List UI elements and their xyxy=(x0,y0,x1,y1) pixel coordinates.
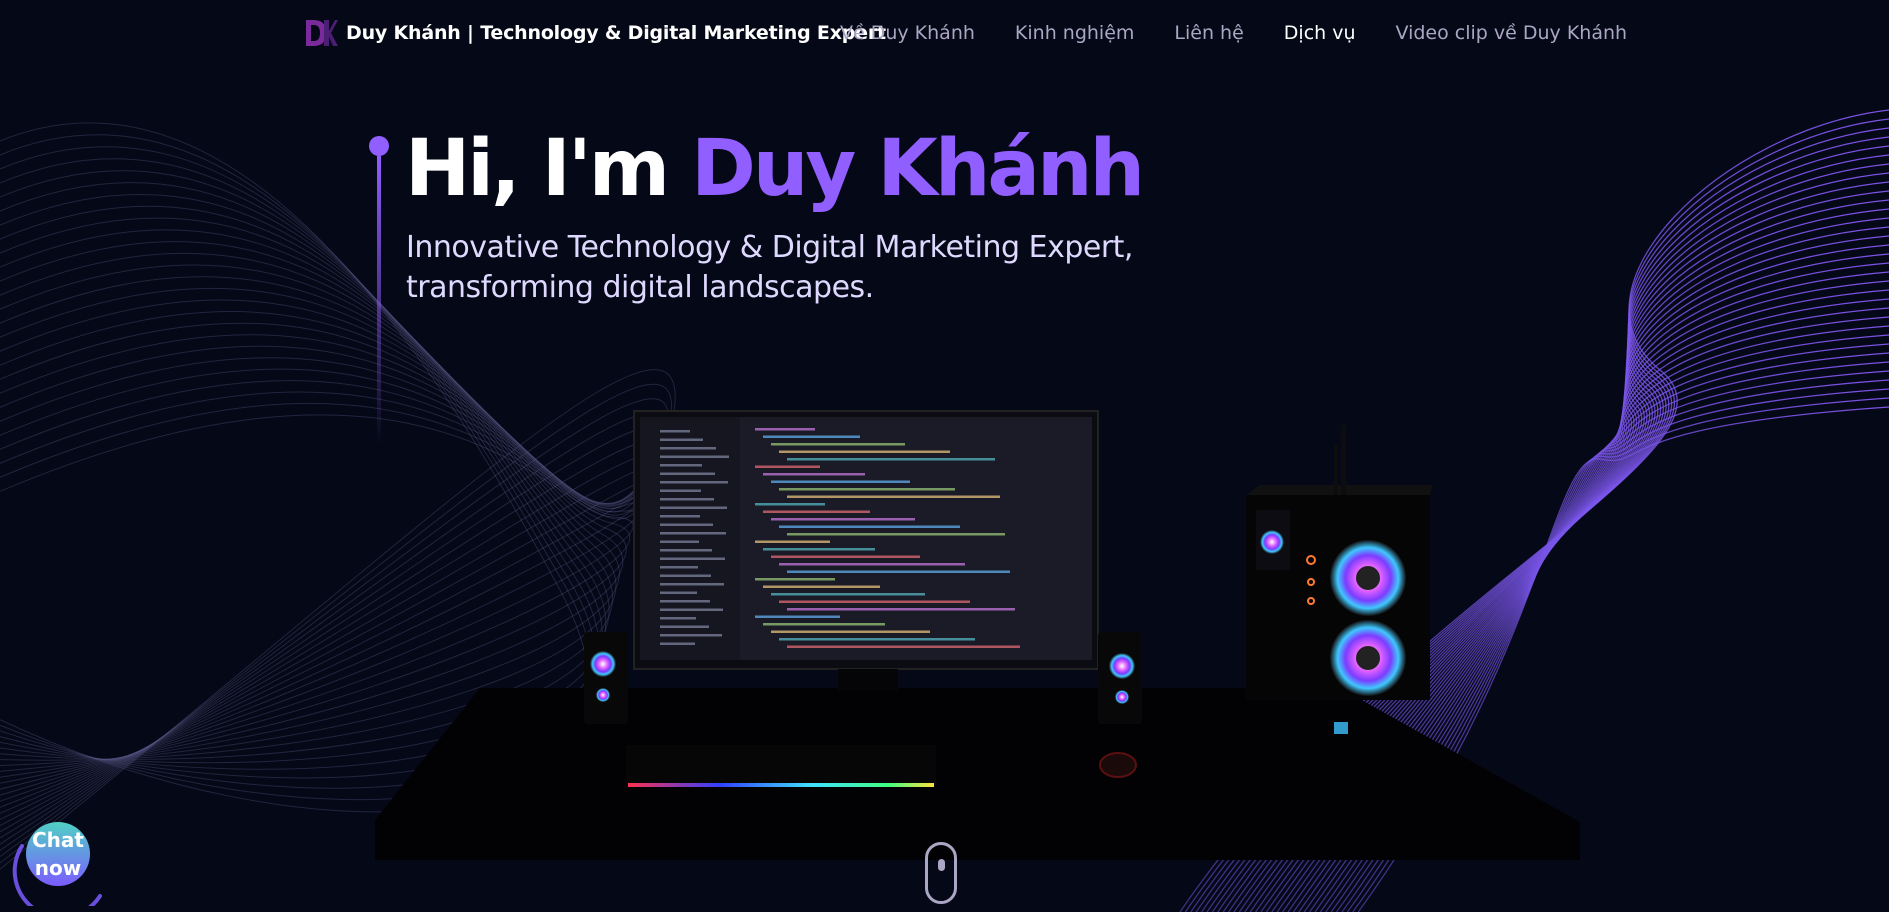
mouse-scroll-icon[interactable] xyxy=(925,842,957,904)
hero-subtitle-line2: transforming digital landscapes. xyxy=(406,270,874,305)
left-speaker xyxy=(584,632,628,724)
scroll-dot xyxy=(938,859,945,871)
brand-title[interactable]: Duy Khánh | Technology & Digital Marketi… xyxy=(346,22,886,44)
top-navbar: Duy Khánh | Technology & Digital Marketi… xyxy=(0,0,1889,70)
hero-subtitle: Innovative Technology & Digital Marketin… xyxy=(406,228,1206,308)
keyboard xyxy=(626,745,936,787)
hero-greeting: Hi, I'm xyxy=(405,124,692,214)
nav-link-experience[interactable]: Kinh nghiệm xyxy=(1015,22,1134,44)
hero-accent-dot xyxy=(369,136,389,156)
nav-link-video[interactable]: Video clip về Duy Khánh xyxy=(1396,22,1628,44)
chat-now-button[interactable]: Chat now xyxy=(10,822,102,906)
hero-subtitle-line1: Innovative Technology & Digital Marketin… xyxy=(406,230,1133,265)
chat-label-line1: Chat xyxy=(32,828,84,852)
hero-name: Duy Khánh xyxy=(691,124,1145,214)
desk xyxy=(375,688,1580,860)
dk-logo-icon[interactable] xyxy=(304,18,338,48)
chat-label-line2: now xyxy=(34,856,82,880)
hero-accent-line xyxy=(369,136,389,446)
nav-link-services[interactable]: Dịch vụ xyxy=(1284,22,1356,44)
chat-circle: Chat now xyxy=(26,822,90,886)
nav-link-about[interactable]: Về Duy Khánh xyxy=(840,22,975,44)
desk-setup-3d-scene[interactable] xyxy=(370,400,1590,870)
nav-link-contact[interactable]: Liên hệ xyxy=(1174,22,1243,44)
desk-mouse xyxy=(1099,752,1137,778)
hero-accent-bar xyxy=(377,156,381,446)
hero-heading: Hi, I'm Duy Khánh xyxy=(405,124,1145,214)
page: Duy Khánh | Technology & Digital Marketi… xyxy=(0,0,1889,912)
editor-sidebar xyxy=(640,417,740,660)
nav-links: Về Duy Khánh Kinh nghiệm Liên hệ Dịch vụ… xyxy=(840,22,1667,44)
monitor-stand xyxy=(838,669,898,691)
